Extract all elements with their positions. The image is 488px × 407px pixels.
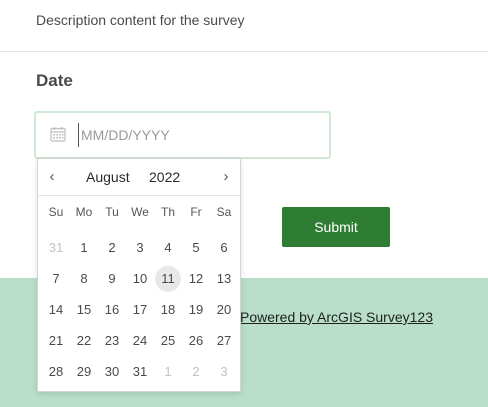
calendar-day[interactable]: 17	[127, 297, 153, 323]
calendar-day[interactable]: 24	[127, 328, 153, 354]
submit-button[interactable]: Submit	[282, 207, 390, 247]
calendar-day[interactable]: 27	[211, 328, 237, 354]
calendar-day[interactable]: 10	[127, 266, 153, 292]
calendar-day[interactable]: 1	[71, 235, 97, 261]
calendar-day[interactable]: 3	[211, 359, 237, 385]
calendar-day[interactable]: 28	[43, 359, 69, 385]
calendar-icon	[50, 127, 66, 142]
calendar-day[interactable]: 15	[71, 297, 97, 323]
date-question-label: Date	[36, 71, 73, 90]
chevron-right-icon[interactable]: ›	[216, 167, 236, 187]
powered-by-link[interactable]: Powered by ArcGIS Survey123	[240, 309, 433, 325]
calendar-day[interactable]: 13	[211, 266, 237, 292]
calendar-day[interactable]: 5	[183, 235, 209, 261]
calendar-day[interactable]: 2	[99, 235, 125, 261]
calendar-day[interactable]: 30	[99, 359, 125, 385]
weekday-label: We	[131, 205, 149, 219]
weekday-label: Th	[160, 205, 175, 219]
calendar-day[interactable]: 31	[43, 235, 69, 261]
calendar-day[interactable]: 31	[127, 359, 153, 385]
calendar-day[interactable]: 18	[155, 297, 181, 323]
weekday-label: Fr	[190, 205, 202, 219]
survey-description: Description content for the survey	[36, 12, 245, 28]
calendar-day[interactable]: 8	[71, 266, 97, 292]
calendar-day[interactable]: 9	[99, 266, 125, 292]
calendar-day[interactable]: 3	[127, 235, 153, 261]
weekday-label: Mo	[75, 205, 93, 219]
header-divider	[0, 51, 488, 52]
calendar-day[interactable]: 25	[155, 328, 181, 354]
calendar-day[interactable]: 26	[183, 328, 209, 354]
datepicker-weekdays: Su Mo Tu We Th Fr Sa	[42, 205, 238, 221]
date-field[interactable]	[34, 111, 331, 159]
chevron-left-icon[interactable]: ‹	[42, 167, 62, 187]
datepicker-month[interactable]: August	[86, 169, 130, 185]
calendar-day[interactable]: 6	[211, 235, 237, 261]
calendar-day[interactable]: 19	[183, 297, 209, 323]
calendar-day[interactable]: 7	[43, 266, 69, 292]
calendar-day[interactable]: 16	[99, 297, 125, 323]
datepicker-days: 31 1 2 3 4 5 6 7 8 9 10 11 12 13 14 15 16 17 18 19 20 21 22 23 2…	[42, 235, 238, 390]
datepicker-popup: ‹ August 2022 › Su Mo Tu We Th Fr Sa 31 1…	[37, 158, 241, 392]
weekday-label: Tu	[105, 205, 119, 219]
calendar-day[interactable]: 14	[43, 297, 69, 323]
calendar-day[interactable]: 20	[211, 297, 237, 323]
calendar-day[interactable]: 23	[99, 328, 125, 354]
calendar-day[interactable]: 22	[71, 328, 97, 354]
weekday-label: Sa	[216, 205, 232, 219]
weekday-label: Su	[48, 205, 64, 219]
date-input[interactable]	[78, 123, 321, 147]
calendar-day[interactable]: 29	[71, 359, 97, 385]
calendar-day[interactable]: 4	[155, 235, 181, 261]
calendar-day[interactable]: 21	[43, 328, 69, 354]
datepicker-header: ‹ August 2022 ›	[38, 159, 240, 196]
calendar-day-today[interactable]: 11	[155, 266, 181, 292]
calendar-day[interactable]: 12	[183, 266, 209, 292]
calendar-day[interactable]: 2	[183, 359, 209, 385]
datepicker-year[interactable]: 2022	[149, 169, 180, 185]
calendar-day[interactable]: 1	[155, 359, 181, 385]
